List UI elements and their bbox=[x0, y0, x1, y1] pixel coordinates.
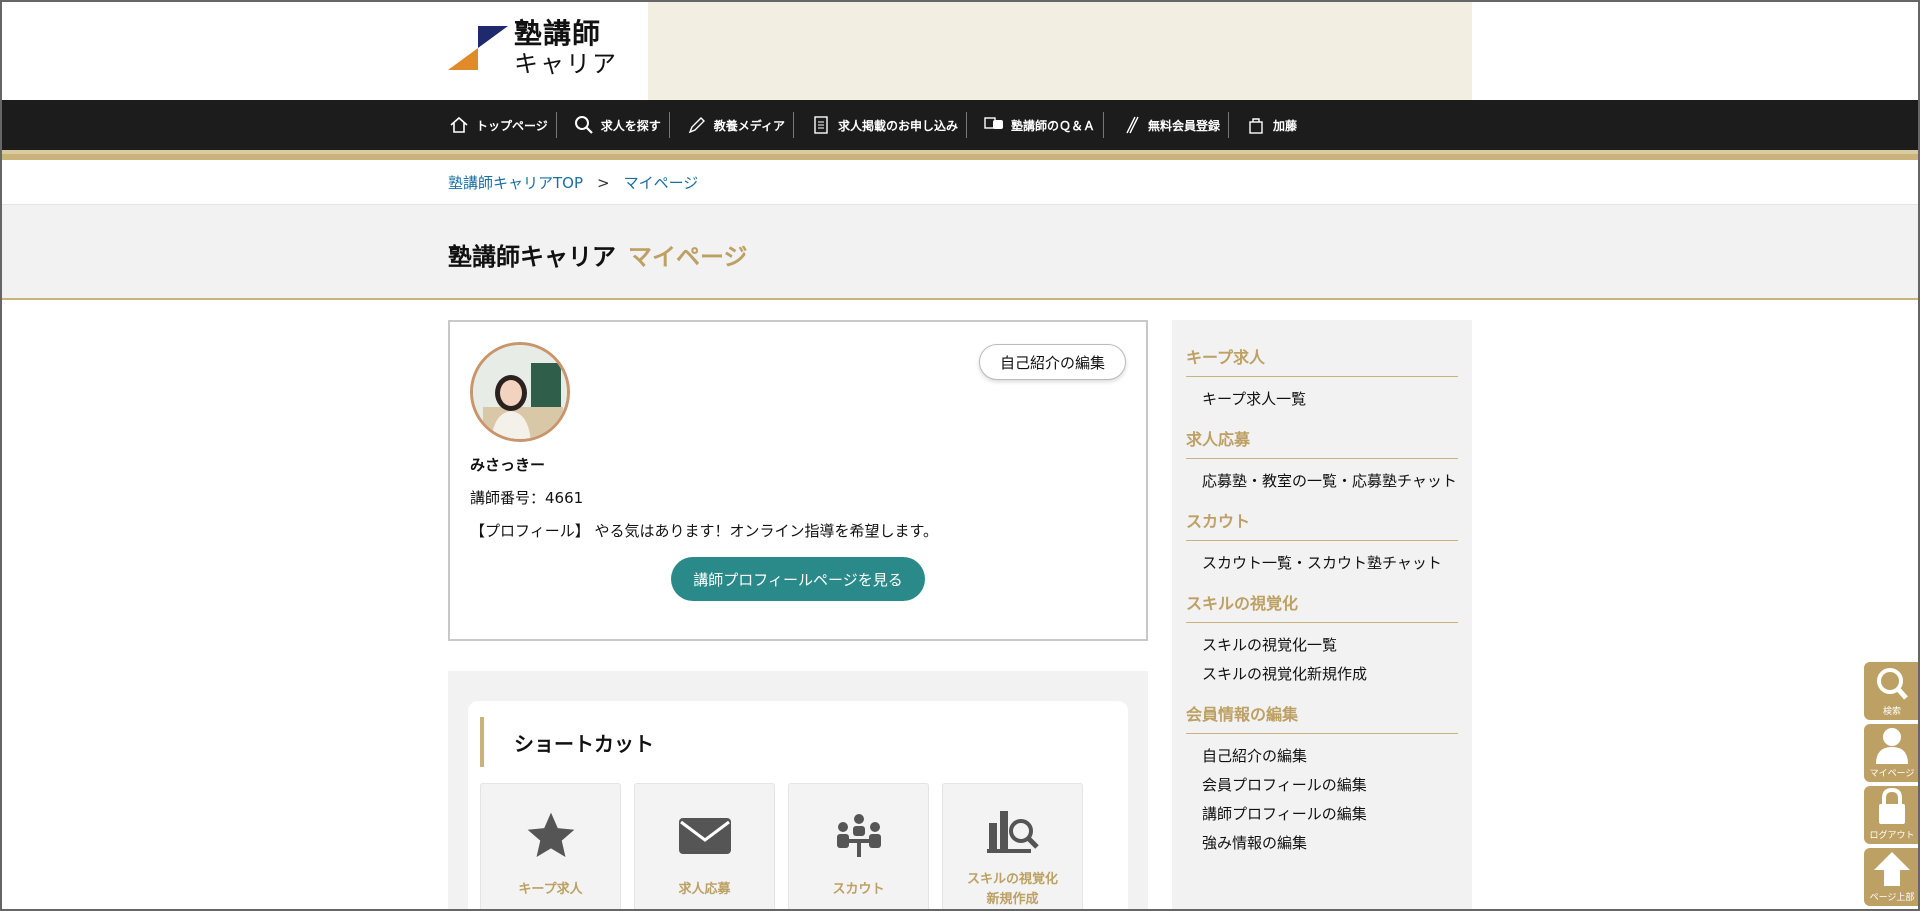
avatar bbox=[470, 342, 570, 442]
main-content: 自己紹介の編集 みさっきー 講師番号：4661 【プロフィール】 やる気はありま… bbox=[448, 320, 1148, 911]
edit-intro-button[interactable]: 自己紹介の編集 bbox=[978, 344, 1126, 380]
header-banner bbox=[648, 2, 1472, 100]
profile-name: みさっきー bbox=[470, 456, 546, 474]
float-logout-button[interactable]: ログアウト bbox=[1864, 786, 1920, 844]
profile-text: 【プロフィール】 やる気はあります！オンライン指導を希望します。 bbox=[470, 522, 938, 540]
sidebar-heading-apply: 求人応募 bbox=[1186, 426, 1458, 459]
chart-search-icon bbox=[983, 800, 1043, 860]
logo-mark-icon bbox=[448, 26, 508, 70]
lock-icon bbox=[1879, 788, 1905, 824]
document-icon bbox=[810, 114, 832, 136]
pen-icon bbox=[686, 114, 708, 136]
shortcut-tile-label: キープ求人 bbox=[518, 882, 583, 897]
nav-label: 求人掲載のお申し込み bbox=[837, 118, 958, 133]
shortcut-tile-label: スキルの視覚化 新規作成 bbox=[966, 872, 1058, 907]
nav-label: 塾講師のＱ＆Ａ bbox=[1010, 118, 1095, 133]
nav-label: 教養メディア bbox=[713, 118, 785, 133]
pencil-icon bbox=[1120, 114, 1142, 136]
nav-item-search[interactable]: 求人を探す bbox=[573, 112, 670, 138]
float-logout-label: ログアウト bbox=[1869, 831, 1915, 841]
sidebar-link-skill-list[interactable]: スキルの視覚化一覧 bbox=[1186, 631, 1458, 660]
site-header: 塾講師 キャリア bbox=[0, 0, 1920, 100]
sidebar-link-keep-list[interactable]: キープ求人一覧 bbox=[1186, 385, 1458, 414]
logo-text-line2: キャリア bbox=[514, 50, 618, 78]
logo-text-line1: 塾講師 bbox=[514, 17, 602, 50]
breadcrumb-separator: > bbox=[597, 173, 610, 192]
arrow-up-icon bbox=[1874, 852, 1910, 886]
nav-item-qa[interactable]: 塾講師のＱ＆Ａ bbox=[983, 112, 1104, 138]
nav-item-register[interactable]: 無料会員登録 bbox=[1120, 112, 1229, 138]
shortcut-tile-keep[interactable]: キープ求人 bbox=[480, 783, 621, 911]
nav-label: トップページ bbox=[476, 118, 548, 133]
search-icon bbox=[1877, 668, 1908, 700]
float-search-label: 検索 bbox=[1882, 707, 1901, 717]
sidebar-link-edit-member-profile[interactable]: 会員プロフィールの編集 bbox=[1186, 771, 1458, 800]
sidebar-link-edit-teacher-profile[interactable]: 講師プロフィールの編集 bbox=[1186, 800, 1458, 829]
nav-item-user[interactable]: 加藤 bbox=[1245, 112, 1305, 138]
shortcut-tile-skill-create[interactable]: スキルの視覚化 新規作成 bbox=[942, 783, 1083, 911]
chat-icon bbox=[983, 114, 1005, 136]
sidebar-heading-skill: スキルの視覚化 bbox=[1186, 590, 1458, 623]
sidebar-link-skill-create[interactable]: スキルの視覚化新規作成 bbox=[1186, 660, 1458, 689]
float-pagetop-button[interactable]: ページ上部 bbox=[1864, 848, 1920, 906]
shortcut-heading: ショートカット bbox=[480, 717, 1116, 767]
nav-item-media[interactable]: 教養メディア bbox=[686, 112, 794, 138]
nav-label: 加藤 bbox=[1273, 118, 1298, 133]
mail-icon bbox=[675, 806, 735, 866]
float-search-button[interactable]: 検索 bbox=[1864, 662, 1920, 720]
view-teacher-profile-button[interactable]: 講師プロフィールページを見る bbox=[671, 557, 925, 601]
shortcut-tile-scout[interactable]: スカウト bbox=[788, 783, 929, 911]
shortcut-tile-apply[interactable]: 求人応募 bbox=[634, 783, 775, 911]
breadcrumb: 塾講師キャリアTOP > マイページ bbox=[0, 160, 1920, 204]
shortcut-tile-label: スカウト bbox=[832, 882, 885, 897]
shortcut-section: ショートカット キープ求人 求人応募 スカウト スキルの視覚化 新規作成 bbox=[448, 671, 1148, 911]
sidebar-heading-scout: スカウト bbox=[1186, 508, 1458, 541]
sidebar-heading-keep: キープ求人 bbox=[1186, 344, 1458, 377]
bag-icon bbox=[1245, 114, 1267, 136]
sidebar-link-edit-strengths[interactable]: 強み情報の編集 bbox=[1186, 829, 1458, 858]
nav-label: 求人を探す bbox=[600, 118, 661, 133]
star-icon bbox=[521, 806, 581, 866]
page-title-main: 塾講師キャリア bbox=[448, 243, 616, 271]
breadcrumb-current[interactable]: マイページ bbox=[624, 172, 699, 193]
global-nav: トップページ 求人を探す 教養メディア 求人掲載のお申し込み 塾講師のＱ＆Ａ 無… bbox=[0, 100, 1920, 150]
nav-accent-strip bbox=[0, 150, 1920, 160]
sidebar-link-edit-intro[interactable]: 自己紹介の編集 bbox=[1186, 742, 1458, 771]
shortcut-card: ショートカット キープ求人 求人応募 スカウト スキルの視覚化 新規作成 bbox=[468, 701, 1128, 911]
profile-card: 自己紹介の編集 みさっきー 講師番号：4661 【プロフィール】 やる気はありま… bbox=[448, 320, 1148, 641]
nav-item-listing[interactable]: 求人掲載のお申し込み bbox=[810, 112, 967, 138]
float-pagetop-label: ページ上部 bbox=[1869, 893, 1915, 903]
nav-label: 無料会員登録 bbox=[1147, 118, 1220, 133]
page-title-band: 塾講師キャリア マイページ bbox=[0, 204, 1920, 300]
page-title: 塾講師キャリア マイページ bbox=[448, 237, 748, 272]
meeting-icon bbox=[829, 806, 889, 866]
mypage-sidebar: キープ求人 キープ求人一覧 求人応募 応募塾・教室の一覧・応募塾チャット スカウ… bbox=[1172, 320, 1472, 911]
person-icon bbox=[1876, 728, 1908, 764]
sidebar-link-apply-list[interactable]: 応募塾・教室の一覧・応募塾チャット bbox=[1186, 467, 1458, 496]
site-logo[interactable]: 塾講師 キャリア bbox=[448, 20, 618, 76]
breadcrumb-home-link[interactable]: 塾講師キャリアTOP bbox=[448, 172, 583, 193]
shortcut-tile-label: 求人応募 bbox=[678, 882, 731, 897]
home-icon bbox=[448, 114, 470, 136]
page-title-accent: マイページ bbox=[628, 243, 748, 271]
sidebar-heading-member: 会員情報の編集 bbox=[1186, 701, 1458, 734]
nav-item-top[interactable]: トップページ bbox=[448, 112, 557, 138]
float-mypage-label: マイページ bbox=[1869, 769, 1915, 779]
float-mypage-button[interactable]: マイページ bbox=[1864, 724, 1920, 782]
search-icon bbox=[573, 114, 595, 136]
profile-teacher-id: 講師番号：4661 bbox=[470, 489, 584, 507]
sidebar-link-scout-list[interactable]: スカウト一覧・スカウト塾チャット bbox=[1186, 549, 1458, 578]
